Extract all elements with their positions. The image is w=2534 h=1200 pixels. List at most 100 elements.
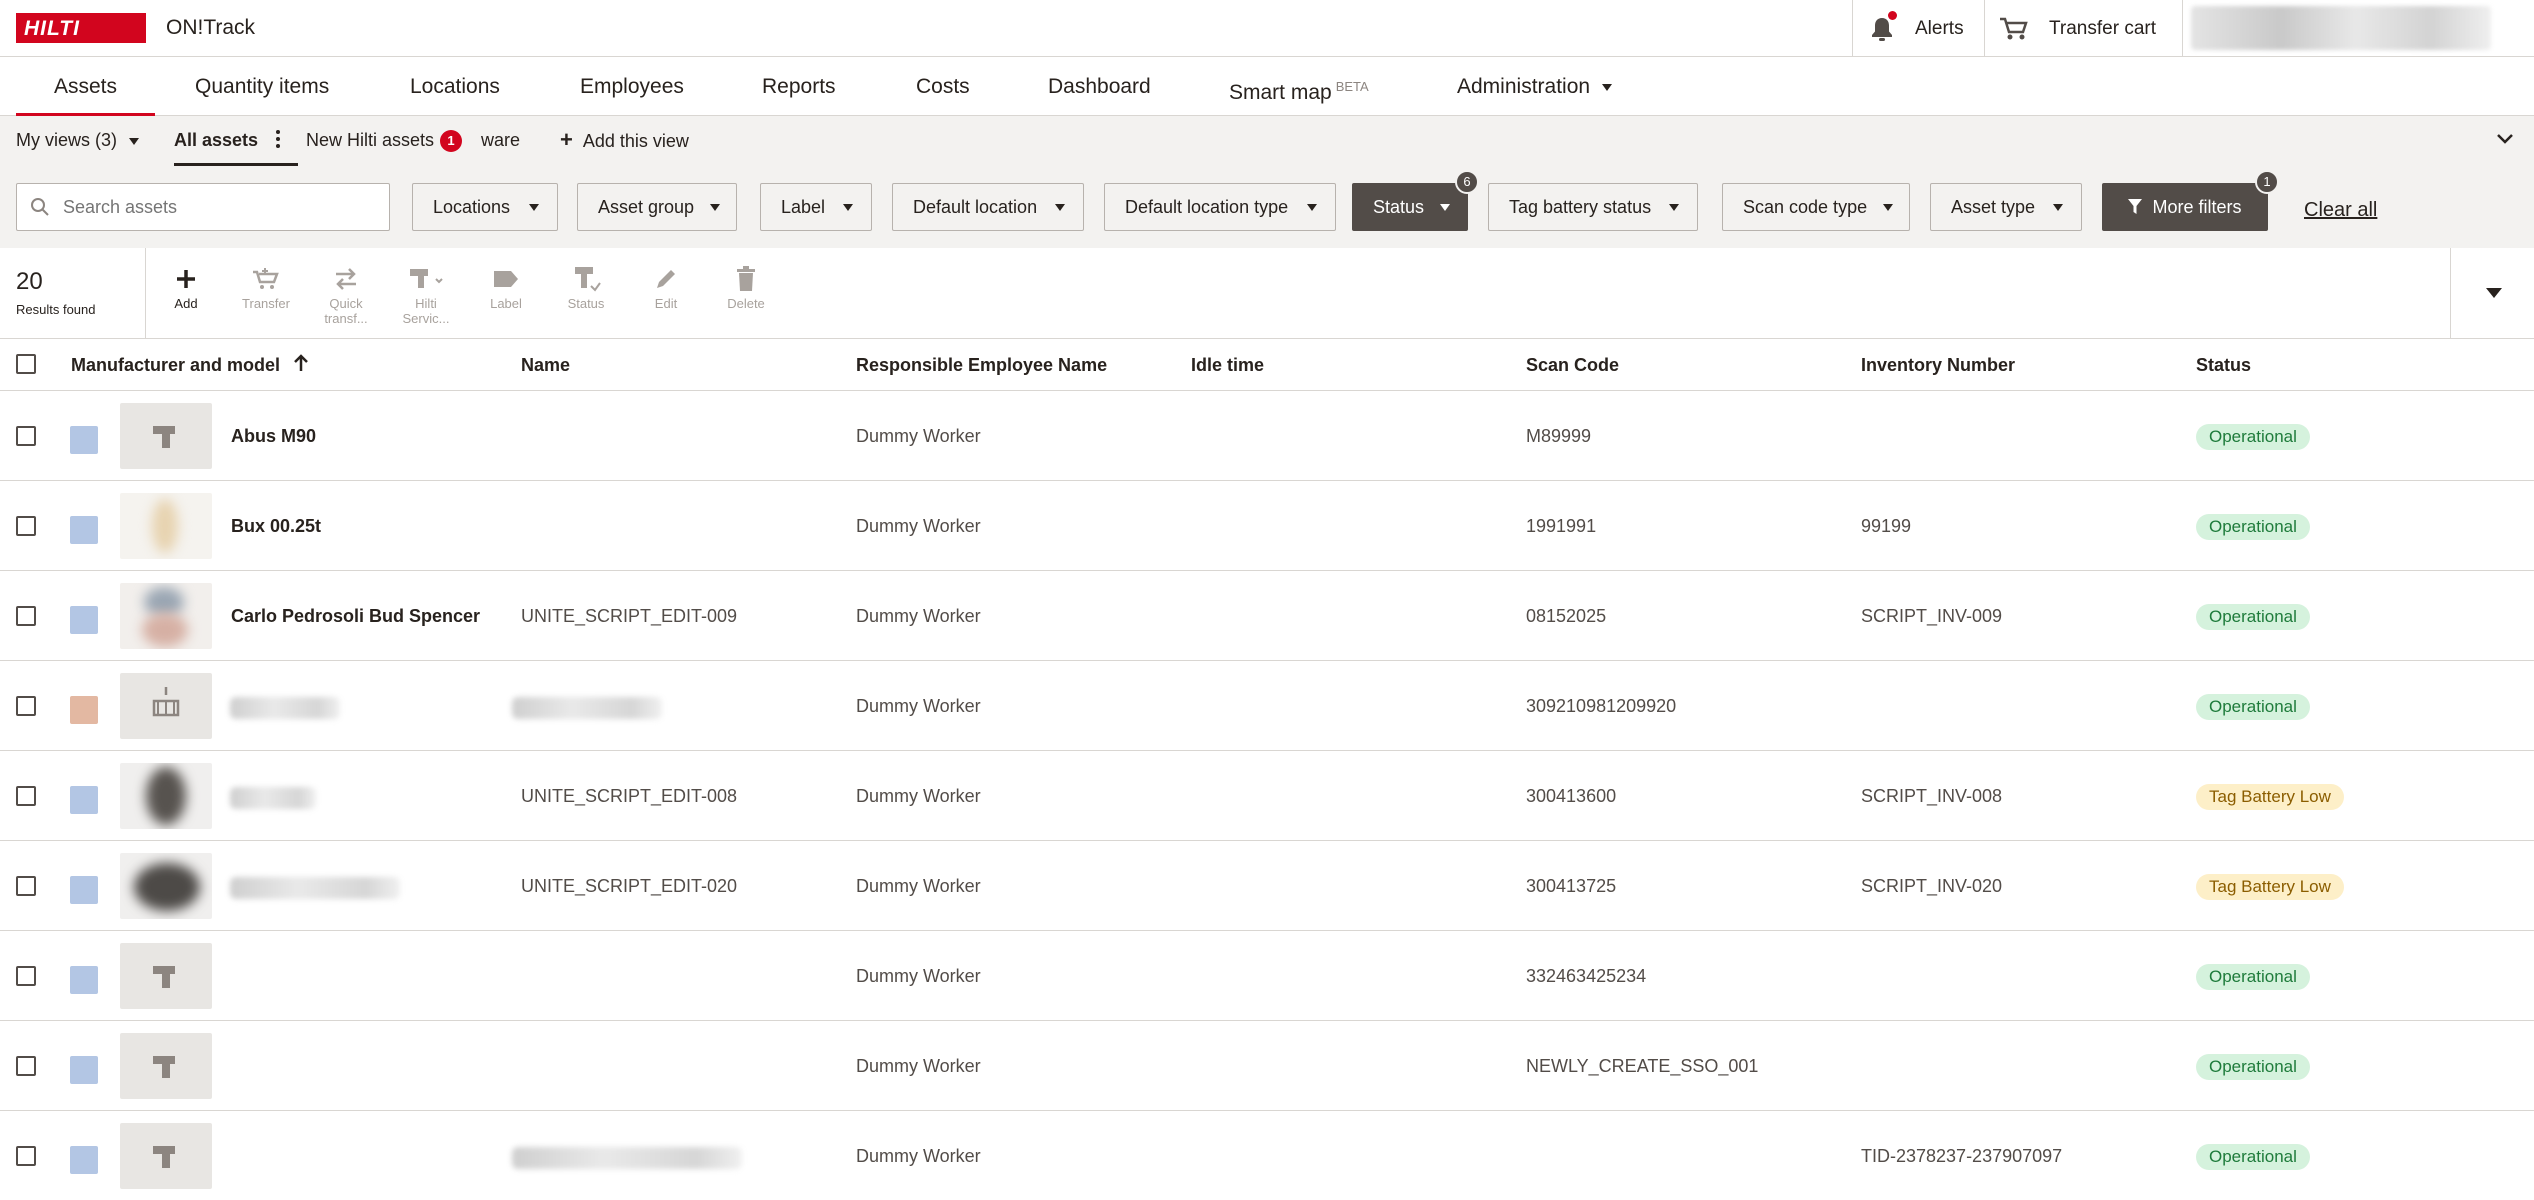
column-inventory-number[interactable]: Inventory Number (1861, 339, 2015, 391)
nav-locations[interactable]: Locations (410, 57, 500, 116)
status-badge: Tag Battery Low (2196, 874, 2344, 900)
chevron-down-icon (529, 203, 539, 211)
asset-thumbnail (120, 583, 212, 649)
nav-costs[interactable]: Costs (916, 57, 970, 116)
column-name[interactable]: Name (521, 339, 570, 391)
column-status[interactable]: Status (2196, 339, 2251, 391)
filter-tag-battery-status[interactable]: Tag battery status (1488, 183, 1698, 231)
nav-assets-label: Assets (54, 75, 118, 98)
select-all-checkbox[interactable] (16, 354, 36, 374)
inventory-cell: 99199 (1861, 516, 1912, 536)
filter-asset-group[interactable]: Asset group (577, 183, 737, 231)
employee-cell: Dummy Worker (856, 516, 981, 536)
filter-default-location[interactable]: Default location (892, 183, 1084, 231)
column-responsible-employee[interactable]: Responsible Employee Name (856, 339, 1107, 391)
add-view-button[interactable]: + Add this view (560, 116, 689, 166)
hilti-logo[interactable]: HILTI (16, 13, 146, 43)
row-checkbox[interactable] (16, 426, 36, 446)
asset-thumbnail (120, 403, 212, 469)
filter-scan-code-type[interactable]: Scan code type (1722, 183, 1910, 231)
table-row[interactable]: Bux 00.25t Dummy Worker 1991991 99199 Op… (0, 481, 2534, 571)
nav-employees[interactable]: Employees (580, 57, 684, 116)
drill-type-icon (70, 786, 98, 814)
row-checkbox[interactable] (16, 1056, 36, 1076)
funnel-icon (2128, 199, 2143, 215)
quick-transfer-button[interactable]: Quick transf... (312, 262, 380, 326)
employee-cell: Dummy Worker (856, 876, 981, 896)
action-toolbar: 20 Results found Add Transfer Quick tran… (0, 248, 2534, 339)
nav-smart-map[interactable]: Smart map BETA (1229, 57, 1369, 116)
tab-new-hilti-assets[interactable]: New Hilti assets 1 (306, 116, 463, 166)
nav-reports[interactable]: Reports (762, 57, 836, 116)
clear-all-link[interactable]: Clear all (2304, 199, 2377, 222)
row-checkbox[interactable] (16, 786, 36, 806)
nav-assets[interactable]: Assets (16, 57, 156, 116)
edit-button[interactable]: Edit (632, 262, 700, 311)
table-row[interactable]: Dummy Worker 332463425234 Operational (0, 931, 2534, 1021)
scan-code-cell: 332463425234 (1526, 966, 1647, 986)
collapse-views-icon[interactable] (2496, 132, 2514, 150)
filter-asset-type[interactable]: Asset type (1930, 183, 2082, 231)
table-row[interactable]: Dummy Worker 309210981209920 Operational (0, 661, 2534, 751)
table-row[interactable]: Abus M90 Dummy Worker M89999 Operational (0, 391, 2534, 481)
filter-bar: Locations Asset group Label Default loca… (0, 166, 2534, 248)
beta-tag: BETA (1335, 79, 1369, 94)
edit-label: Edit (654, 296, 678, 311)
status-action-label: Status (567, 296, 605, 311)
user-menu[interactable] (2182, 0, 2534, 57)
table-row[interactable]: UNITE_SCRIPT_EDIT-008 Dummy Worker 30041… (0, 751, 2534, 841)
chevron-down-icon (843, 203, 853, 211)
label-button[interactable]: Label (472, 262, 540, 311)
add-button[interactable]: Add (152, 262, 220, 311)
lifting-type-icon (70, 696, 98, 724)
transfer-cart-button[interactable]: Transfer cart (1984, 0, 2182, 57)
row-checkbox[interactable] (16, 966, 36, 986)
all-assets-label: All assets (174, 130, 259, 150)
nav-quantity-items[interactable]: Quantity items (195, 57, 329, 116)
more-filters-button[interactable]: More filters 1 (2102, 170, 2279, 231)
nav-quantity-items-label: Quantity items (195, 75, 330, 98)
quick-transfer-label: Quick transf... (324, 296, 368, 326)
table-header: Manufacturer and model Name Responsible … (0, 339, 2534, 391)
chevron-down-icon (1307, 203, 1317, 211)
status-badge: Operational (2196, 964, 2310, 990)
column-idle-time[interactable]: Idle time (1191, 339, 1264, 391)
alerts-button[interactable]: Alerts (1852, 0, 1984, 57)
search-input[interactable] (16, 183, 390, 231)
results-summary: 20 Results found (0, 248, 146, 338)
transfer-cart-icon (232, 262, 300, 296)
filter-status[interactable]: Status 6 (1352, 170, 1479, 231)
table-row[interactable]: Dummy Worker NEWLY_CREATE_SSO_001 Operat… (0, 1021, 2534, 1111)
table-row[interactable]: Dummy Worker TID-2378237-237907097 Opera… (0, 1111, 2534, 1200)
model-cell-blurred (230, 697, 340, 719)
row-checkbox[interactable] (16, 606, 36, 626)
view-options-icon[interactable] (276, 130, 280, 152)
nav-administration[interactable]: Administration (1457, 57, 1613, 116)
toolbar-expand-button[interactable] (2450, 248, 2534, 338)
table-row[interactable]: Carlo Pedrosoli Bud Spencer UNITE_SCRIPT… (0, 571, 2534, 661)
transfer-button[interactable]: Transfer (232, 262, 300, 311)
chevron-down-icon (1440, 203, 1451, 211)
table-row[interactable]: UNITE_SCRIPT_EDIT-020 Dummy Worker 30041… (0, 841, 2534, 931)
filter-label[interactable]: Label (760, 183, 872, 231)
column-scan-code[interactable]: Scan Code (1526, 339, 1619, 391)
row-checkbox[interactable] (16, 876, 36, 896)
nav-dashboard[interactable]: Dashboard (1048, 57, 1151, 116)
scan-code-cell: 309210981209920 (1526, 696, 1677, 716)
hilti-service-button[interactable]: Hilti Servic... (392, 262, 460, 326)
filter-locations[interactable]: Locations (412, 183, 558, 231)
filter-default-location-type[interactable]: Default location type (1104, 183, 1336, 231)
row-checkbox[interactable] (16, 1146, 36, 1166)
tab-ware[interactable]: ware (481, 116, 520, 166)
my-views-dropdown[interactable]: My views (3) (16, 116, 140, 166)
delete-button[interactable]: Delete (712, 262, 780, 311)
new-assets-badge: 1 (440, 130, 463, 153)
row-checkbox[interactable] (16, 516, 36, 536)
column-manufacturer-model[interactable]: Manufacturer and model (71, 339, 309, 392)
row-checkbox[interactable] (16, 696, 36, 716)
status-button[interactable]: Status (552, 262, 620, 311)
nav-employees-label: Employees (580, 75, 684, 98)
filter-default-location-label: Default location (913, 196, 1038, 217)
drill-type-icon (70, 1146, 98, 1174)
chevron-down-icon (1669, 203, 1679, 211)
